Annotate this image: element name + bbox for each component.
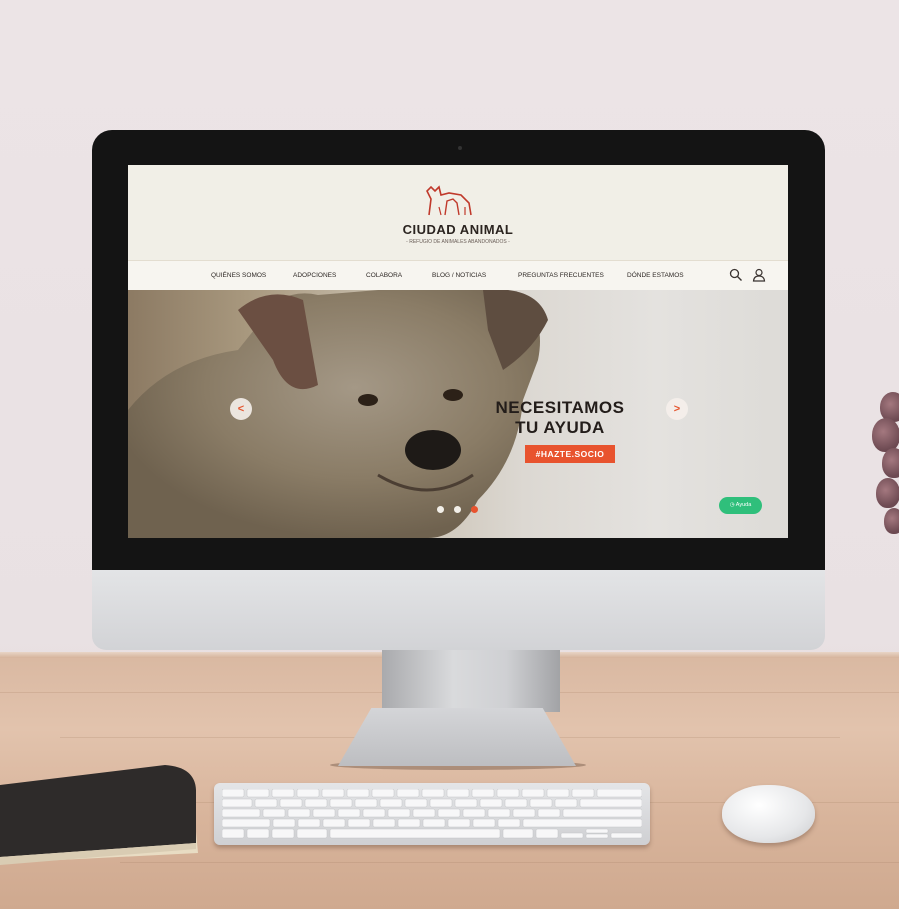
monitor-stand-foot xyxy=(338,708,576,766)
nav-item-quienes-somos[interactable]: QUIÉNES SOMOS xyxy=(211,272,266,279)
monitor-stand-neck xyxy=(382,650,560,712)
nav-item-adopciones[interactable]: ADOPCIONES xyxy=(293,272,336,279)
brand-name[interactable]: CIUDAD ANIMAL xyxy=(128,222,788,237)
user-icon[interactable] xyxy=(752,268,766,282)
hero-slider: < > NECESITAMOS TU AYUDA #HAZTE.SOCIO ◷ … xyxy=(128,290,788,538)
slide-dot-1[interactable] xyxy=(437,506,444,513)
hero-headline-line-2: TU AYUDA xyxy=(515,418,605,437)
nav-item-preguntas-frecuentes[interactable]: PREGUNTAS FRECUENTES xyxy=(518,272,604,279)
slide-dot-3[interactable] xyxy=(471,506,478,513)
dog-photo xyxy=(128,290,548,538)
site-header: CIUDAD ANIMAL - REFUGIO DE ANIMALES ABAN… xyxy=(128,165,788,260)
next-slide-button[interactable]: > xyxy=(666,398,688,420)
nav-item-colabora[interactable]: COLABORA xyxy=(366,272,402,279)
notebook xyxy=(0,765,198,865)
hero-headline: NECESITAMOS TU AYUDA xyxy=(480,398,640,438)
help-label: Ayuda xyxy=(735,502,752,508)
keyboard-keys xyxy=(222,789,642,839)
clock-icon: ◷ xyxy=(729,502,735,508)
prev-slide-button[interactable]: < xyxy=(230,398,252,420)
hazte-socio-button[interactable]: #HAZTE.SOCIO xyxy=(525,445,615,463)
nav-item-donde-estamos[interactable]: DÓNDE ESTAMOS xyxy=(627,272,684,279)
brand-tagline: - REFUGIO DE ANIMALES ABANDONADOS - xyxy=(406,239,510,245)
slide-dot-2[interactable] xyxy=(454,506,461,513)
keyboard xyxy=(214,783,650,845)
hero-headline-line-1: NECESITAMOS xyxy=(495,398,625,417)
search-icon[interactable] xyxy=(729,268,743,282)
website-screen: CIUDAD ANIMAL - REFUGIO DE ANIMALES ABAN… xyxy=(128,165,788,538)
mouse xyxy=(722,785,815,843)
main-navigation: QUIÉNES SOMOS ADOPCIONES COLABORA BLOG /… xyxy=(128,260,788,291)
monitor-chin xyxy=(92,570,825,650)
camera-icon xyxy=(458,146,462,150)
help-button[interactable]: ◷ Ayuda xyxy=(719,497,762,514)
cat-dog-logo-icon[interactable] xyxy=(421,177,481,219)
nav-item-blog-noticias[interactable]: BLOG / NOTICIAS xyxy=(432,272,486,279)
plant-decoration xyxy=(872,392,899,552)
